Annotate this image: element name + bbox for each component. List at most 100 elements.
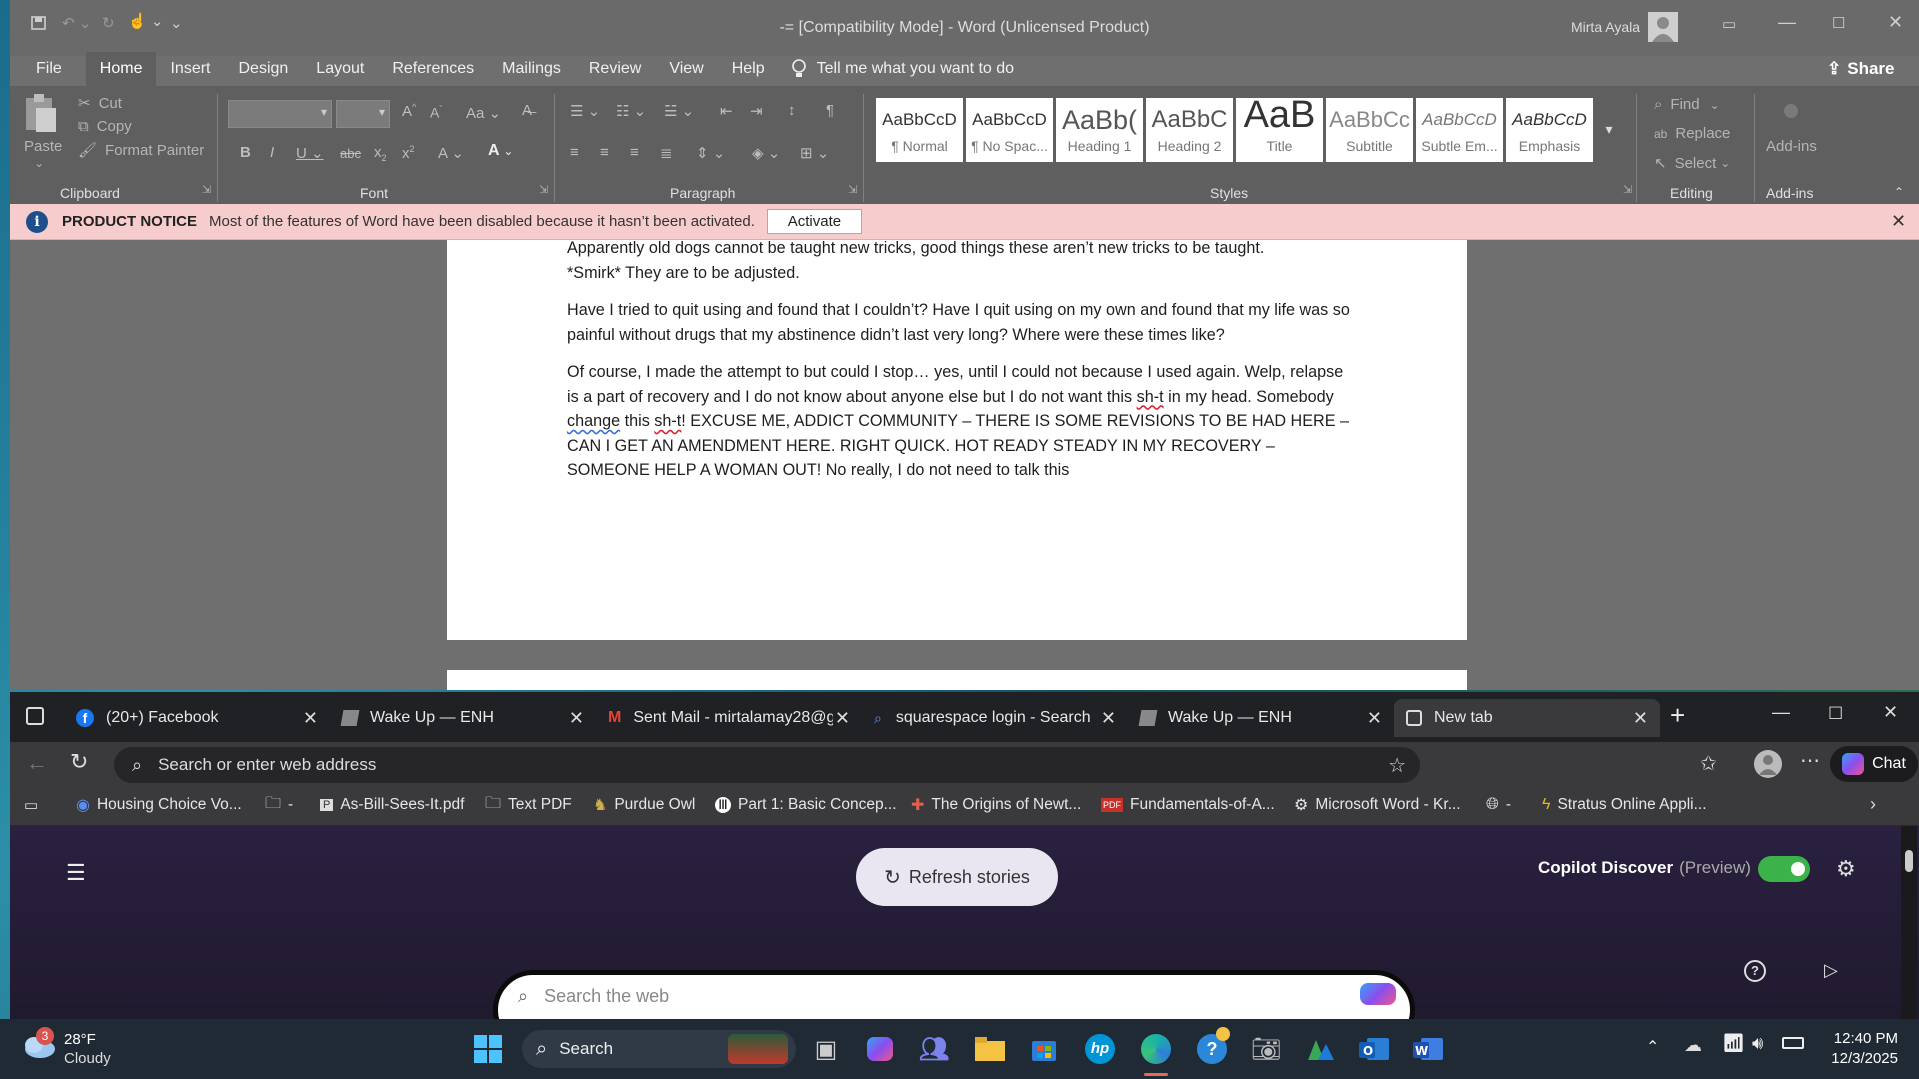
clock-time[interactable]: 12:40 PM <box>1828 1030 1898 1047</box>
style-heading-2[interactable]: AaBbC Heading 2 <box>1146 98 1233 162</box>
text-effects-icon[interactable]: A ⌄ <box>438 144 464 162</box>
browser-tab[interactable]: Wake Up — ENH ✕ <box>330 699 596 737</box>
word-app-icon[interactable]: W <box>1408 1029 1448 1069</box>
superscript-icon[interactable]: x2 <box>402 144 415 162</box>
italic-icon[interactable]: I <box>270 144 274 161</box>
close-icon[interactable]: ✕ <box>1888 12 1903 33</box>
chevron-right-icon[interactable]: › <box>1870 794 1876 815</box>
collapse-ribbon-icon[interactable]: ⌃ <box>1894 185 1904 199</box>
maps-app-icon[interactable] <box>1300 1029 1340 1069</box>
windows-start-icon[interactable] <box>468 1029 508 1069</box>
browser-tab-active[interactable]: New tab ✕ <box>1394 699 1660 737</box>
strikethrough-icon[interactable]: abc <box>340 146 361 161</box>
ribbon-display-icon[interactable]: ▭ <box>1722 15 1736 33</box>
favorite-item[interactable]: ||| Part 1: Basic Concep... <box>715 786 897 824</box>
style-heading-1[interactable]: AaBb(Heading 1 <box>1056 98 1143 162</box>
tab-references[interactable]: References <box>378 52 488 86</box>
browser-tab[interactable]: ⌕ squarespace login - Search ✕ <box>862 699 1128 737</box>
line-spacing-icon[interactable]: ⇕ ⌄ <box>696 144 725 162</box>
align-right-icon[interactable]: ≡ <box>630 144 639 161</box>
settings-gear-icon[interactable]: ⚙ <box>1836 856 1856 882</box>
change-case-icon[interactable]: Aa ⌄ <box>466 104 501 122</box>
close-tab-icon[interactable]: ✕ <box>1101 708 1116 729</box>
volume-icon[interactable]: 🔊︎ <box>1752 1033 1763 1054</box>
style-normal[interactable]: AaBbCcD ¶ Normal <box>876 98 963 162</box>
help-icon[interactable]: ? <box>1744 960 1766 982</box>
outlook-icon[interactable]: O <box>1354 1029 1394 1069</box>
show-hidden-icons-icon[interactable]: ⌃ <box>1646 1037 1659 1057</box>
grammar-suggestion[interactable]: change <box>567 412 620 430</box>
multilevel-list-icon[interactable]: ☱ ⌄ <box>664 102 694 120</box>
addins-button[interactable]: Add-ins <box>1766 138 1817 155</box>
decrease-indent-icon[interactable]: ⇤ <box>720 102 733 120</box>
file-explorer-icon[interactable] <box>970 1029 1010 1069</box>
paste-label[interactable]: Paste <box>24 138 62 155</box>
close-tab-icon[interactable]: ✕ <box>303 708 318 729</box>
paragraph-launcher-icon[interactable]: ⇲ <box>848 183 857 196</box>
align-left-icon[interactable]: ≡ <box>570 144 579 161</box>
profile-avatar-icon[interactable] <box>1754 750 1782 778</box>
edge-icon[interactable] <box>1136 1029 1176 1069</box>
favorite-item[interactable]: ϟ Stratus Online Appli... <box>1542 786 1707 824</box>
browser-tab[interactable]: M Sent Mail - mirtalamay28@g ✕ <box>596 699 862 737</box>
copy-button[interactable]: ⧉ Copy <box>78 118 132 135</box>
favorite-item[interactable]: ⚙ Microsoft Word - Kr... <box>1294 786 1461 824</box>
minimize-icon[interactable]: — <box>1772 702 1790 723</box>
addins-icon[interactable] <box>1784 104 1798 118</box>
style-emphasis[interactable]: AaBbCcD Emphasis <box>1506 98 1593 162</box>
onedrive-icon[interactable]: ☁ <box>1684 1035 1702 1056</box>
document-page[interactable]: Apparently old dogs cannot be taught new… <box>447 240 1467 640</box>
favorite-item[interactable]: ✚ The Origins of Newt... <box>911 786 1081 824</box>
shading-icon[interactable]: ◈ ⌄ <box>752 144 780 162</box>
refresh-icon[interactable]: ↻ <box>70 749 88 775</box>
feedback-icon[interactable]: ▷ <box>1824 960 1838 981</box>
font-color-icon[interactable]: A ⌄ <box>488 142 513 160</box>
copilot-app-icon[interactable] <box>860 1029 900 1069</box>
address-bar[interactable]: ⌕ Search or enter web address ☆ <box>114 747 1420 783</box>
tell-me-box[interactable]: Tell me what you want to do <box>791 59 1014 79</box>
tab-home[interactable]: Home <box>85 52 157 86</box>
close-icon[interactable]: ✕ <box>1883 702 1898 723</box>
scrollbar[interactable] <box>1901 826 1917 1019</box>
copilot-icon[interactable] <box>1360 983 1396 1005</box>
back-icon[interactable]: ← <box>26 750 48 776</box>
spelling-error[interactable]: sh-t <box>1137 388 1164 406</box>
format-painter-button[interactable]: 🖌 Format Painter <box>78 141 204 160</box>
tab-mailings[interactable]: Mailings <box>488 52 575 86</box>
wifi-icon[interactable]: 📶︎ <box>1722 1033 1745 1054</box>
favorite-item[interactable]: ♞ Purdue Owl <box>593 786 695 824</box>
select-button[interactable]: ↖ Select ⌄ <box>1654 154 1730 173</box>
weather-widget[interactable]: 3 <box>20 1027 56 1059</box>
paste-icon[interactable] <box>22 94 58 144</box>
document-page-next[interactable] <box>447 670 1467 690</box>
bullets-icon[interactable]: ☰ ⌄ <box>570 102 600 120</box>
tab-layout[interactable]: Layout <box>302 52 378 86</box>
clock-date[interactable]: 12/3/2025 <box>1828 1050 1898 1067</box>
close-tab-icon[interactable]: ✕ <box>1367 708 1382 729</box>
share-button[interactable]: ⇪ Share <box>1827 52 1919 86</box>
maximize-icon[interactable]: ☐ <box>1832 14 1845 32</box>
style-no-spacing[interactable]: AaBbCcD ¶ No Spac... <box>966 98 1053 162</box>
style-subtle-emphasis[interactable]: AaBbCcD Subtle Em... <box>1416 98 1503 162</box>
teams-icon[interactable]: 👥︎ <box>914 1029 954 1069</box>
numbering-icon[interactable]: ☷ ⌄ <box>616 102 646 120</box>
spelling-error[interactable]: sh-t <box>654 412 681 430</box>
favorites-icon[interactable]: ✩ <box>1700 751 1717 776</box>
microsoft-store-icon[interactable] <box>1024 1029 1064 1069</box>
close-tab-icon[interactable]: ✕ <box>835 708 850 729</box>
close-tab-icon[interactable]: ✕ <box>569 708 584 729</box>
favorite-item[interactable]: PDF Fundamentals-of-A... <box>1101 786 1275 824</box>
paragraph[interactable]: Of course, I made the attempt to but cou… <box>567 360 1357 483</box>
bold-icon[interactable]: B <box>240 144 251 161</box>
font-launcher-icon[interactable]: ⇲ <box>539 183 548 196</box>
cut-button[interactable]: ✂ Cut <box>78 94 122 113</box>
task-view-icon[interactable]: ▣ <box>806 1029 846 1069</box>
sort-icon[interactable]: ↕ <box>788 102 796 119</box>
get-help-icon[interactable]: ? <box>1192 1027 1232 1069</box>
paragraph[interactable]: Apparently old dogs cannot be taught new… <box>567 240 1357 285</box>
paragraph[interactable]: Have I tried to quit using and found tha… <box>567 298 1357 347</box>
subscript-icon[interactable]: x2 <box>374 144 387 163</box>
clear-formatting-icon[interactable]: A̶ <box>522 102 532 119</box>
tab-review[interactable]: Review <box>575 52 655 86</box>
tab-actions-icon[interactable] <box>26 707 44 725</box>
